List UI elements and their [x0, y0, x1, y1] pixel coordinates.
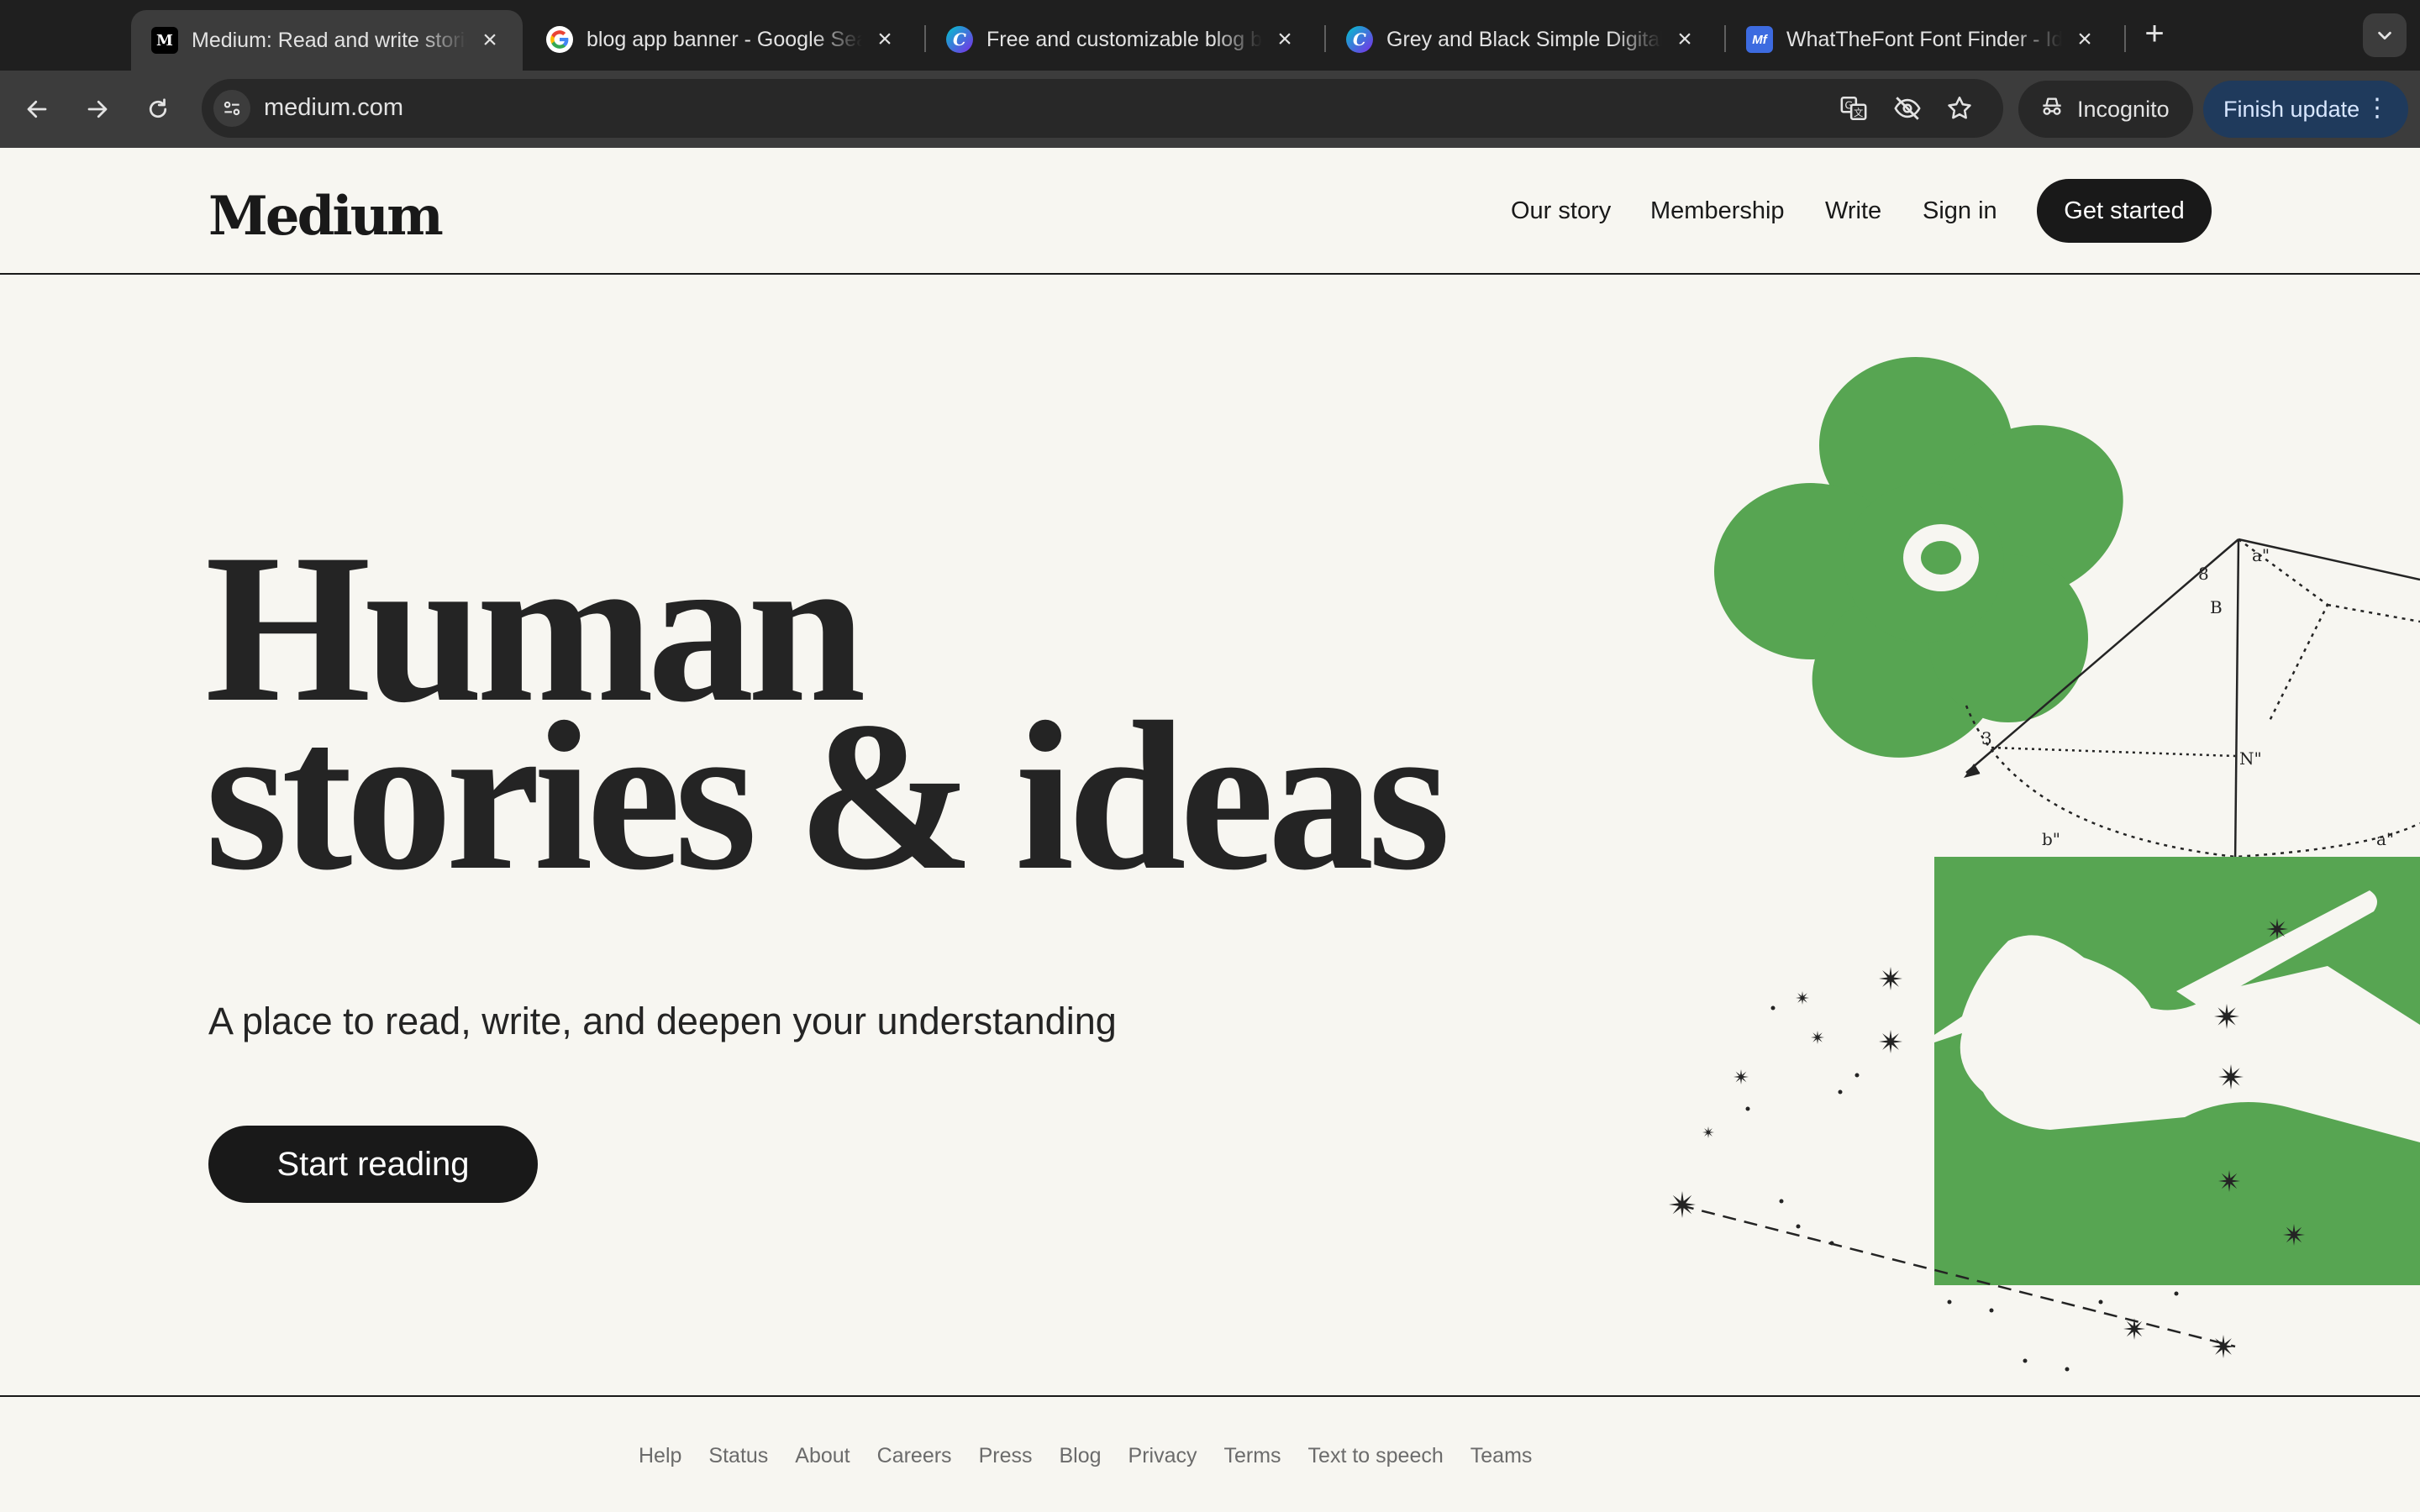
speck-dot: [1854, 1073, 1860, 1078]
medium-logo[interactable]: Medium: [208, 185, 444, 248]
footer-link-text-to-speech[interactable]: Text to speech: [1308, 1444, 1444, 1468]
medium-favicon-icon: M: [151, 27, 178, 54]
incognito-label: Incognito: [2077, 96, 2170, 122]
tab-medium[interactable]: M Medium: Read and write stories ×: [131, 10, 523, 71]
svg-text:N": N": [2239, 748, 2262, 769]
url-text[interactable]: medium.com: [264, 94, 403, 122]
svg-text:a": a": [2252, 545, 2270, 565]
reload-icon[interactable]: [138, 89, 178, 129]
forward-icon[interactable]: [77, 89, 118, 129]
star-sparkle: [1879, 1030, 1902, 1053]
star-sparkle: [1796, 991, 1809, 1005]
star-sparkle: [2283, 1224, 2305, 1246]
speck-dot: [1796, 1224, 1801, 1229]
hero-subtitle: A place to read, write, and deepen your …: [208, 1000, 1117, 1042]
close-tab-icon[interactable]: ×: [1270, 25, 1299, 54]
tab-title: Grey and Black Simple Digital: [1386, 27, 1662, 51]
start-reading-button[interactable]: Start reading: [208, 1126, 538, 1203]
close-tab-icon[interactable]: ×: [871, 25, 899, 54]
tab-canva-grey-black[interactable]: C Grey and Black Simple Digital ×: [1326, 12, 1718, 67]
more-icon[interactable]: ⋮: [2365, 96, 2390, 121]
tab-search-icon[interactable]: [2363, 13, 2407, 57]
finish-update-label: Finish update: [2223, 96, 2360, 122]
nav-sign-in[interactable]: Sign in: [1923, 197, 1997, 225]
star-sparkle: [2218, 1064, 2244, 1089]
speck-dot: [1779, 1199, 1784, 1204]
nav-membership[interactable]: Membership: [1650, 197, 1785, 225]
tab-title: Free and customizable blog banner: [986, 27, 1262, 51]
star-icon[interactable]: [1944, 93, 1975, 123]
tab-title: Medium: Read and write stories: [192, 28, 467, 52]
footer-link-blog[interactable]: Blog: [1059, 1444, 1101, 1468]
new-tab-icon[interactable]: +: [2136, 17, 2173, 54]
svg-text:3: 3: [1981, 728, 1992, 748]
speck-dot: [1989, 1308, 1994, 1313]
speck-dot: [1947, 1299, 1952, 1305]
eye-off-icon[interactable]: [1892, 93, 1923, 123]
star-sparkle: [1702, 1126, 1714, 1138]
hero-illustration: B N" E 3 b" a" 8 a": [1669, 357, 2420, 1372]
flower-graphic: [1714, 357, 2123, 758]
svg-text:b": b": [2042, 829, 2060, 849]
hero-title-line-2: stories & ideas: [205, 678, 1450, 914]
site-info-icon[interactable]: [213, 90, 250, 127]
star-sparkle: [1879, 967, 1902, 990]
tab-title: blog app banner - Google Search: [587, 27, 862, 51]
svg-text:文: 文: [1854, 107, 1863, 118]
speck-dot: [2023, 1358, 2028, 1363]
star-sparkle: [1811, 1031, 1824, 1044]
tab-title: WhatTheFont Font Finder - Identify: [1786, 27, 2062, 51]
close-tab-icon[interactable]: ×: [2070, 25, 2099, 54]
tab-whatthefont[interactable]: Mf WhatTheFont Font Finder - Identify ×: [1726, 12, 2118, 67]
star-sparkle: [2214, 1004, 2239, 1029]
speck-dot: [1770, 1005, 1776, 1011]
star-sparkle: [2266, 918, 2288, 940]
svg-text:B: B: [2210, 597, 2223, 617]
incognito-indicator[interactable]: Incognito: [2018, 81, 2193, 138]
footer-links: Help Status About Careers Press Blog Pri…: [639, 1444, 1559, 1468]
close-tab-icon[interactable]: ×: [476, 26, 504, 55]
footer-link-careers[interactable]: Careers: [877, 1444, 952, 1468]
footer-link-about[interactable]: About: [795, 1444, 850, 1468]
footer-link-teams[interactable]: Teams: [1470, 1444, 1533, 1468]
canva-favicon-icon: C: [946, 26, 973, 53]
svg-text:8: 8: [2198, 564, 2209, 584]
speck-dot: [2098, 1299, 2103, 1305]
get-started-button[interactable]: Get started: [2037, 179, 2212, 243]
tab-canva-blog-banner[interactable]: C Free and customizable blog banner ×: [926, 12, 1318, 67]
translate-icon[interactable]: G文: [1839, 93, 1869, 123]
site-footer: Help Status About Careers Press Blog Pri…: [0, 1395, 2420, 1512]
speck-dot: [1745, 1106, 1750, 1111]
browser-tab-strip: M Medium: Read and write stories × blog …: [0, 0, 2420, 71]
browser-toolbar: medium.com G文 Incognito Finish update ⋮: [0, 71, 2420, 148]
star-sparkle: [1733, 1069, 1749, 1084]
site-header: Medium Our story Membership Write Sign i…: [0, 148, 2420, 275]
footer-link-press[interactable]: Press: [979, 1444, 1033, 1468]
footer-link-privacy[interactable]: Privacy: [1128, 1444, 1197, 1468]
address-bar[interactable]: medium.com G文: [202, 79, 2003, 138]
close-tab-icon[interactable]: ×: [1670, 25, 1699, 54]
footer-link-help[interactable]: Help: [639, 1444, 681, 1468]
tab-separator: [2124, 25, 2126, 52]
speck-dot: [2174, 1291, 2179, 1296]
canva-favicon-icon: C: [1346, 26, 1373, 53]
speck-dot: [1838, 1089, 1843, 1095]
svg-text:a": a": [2376, 829, 2394, 849]
speck-dot: [2065, 1367, 2070, 1372]
google-favicon-icon: [546, 26, 573, 53]
nav-write[interactable]: Write: [1825, 197, 1881, 225]
star-sparkle: [2218, 1170, 2240, 1192]
footer-link-terms[interactable]: Terms: [1223, 1444, 1281, 1468]
star-sparkle: [1669, 1191, 1696, 1218]
tab-google-search[interactable]: blog app banner - Google Search ×: [526, 12, 918, 67]
footer-link-status[interactable]: Status: [708, 1444, 768, 1468]
whatthefont-favicon-icon: Mf: [1746, 26, 1773, 53]
finish-update-button[interactable]: Finish update ⋮: [2203, 81, 2408, 138]
nav-our-story[interactable]: Our story: [1511, 197, 1611, 225]
hero-title: Human stories & ideas: [205, 522, 1450, 914]
back-icon[interactable]: [17, 89, 57, 129]
incognito-icon: [2039, 93, 2065, 126]
